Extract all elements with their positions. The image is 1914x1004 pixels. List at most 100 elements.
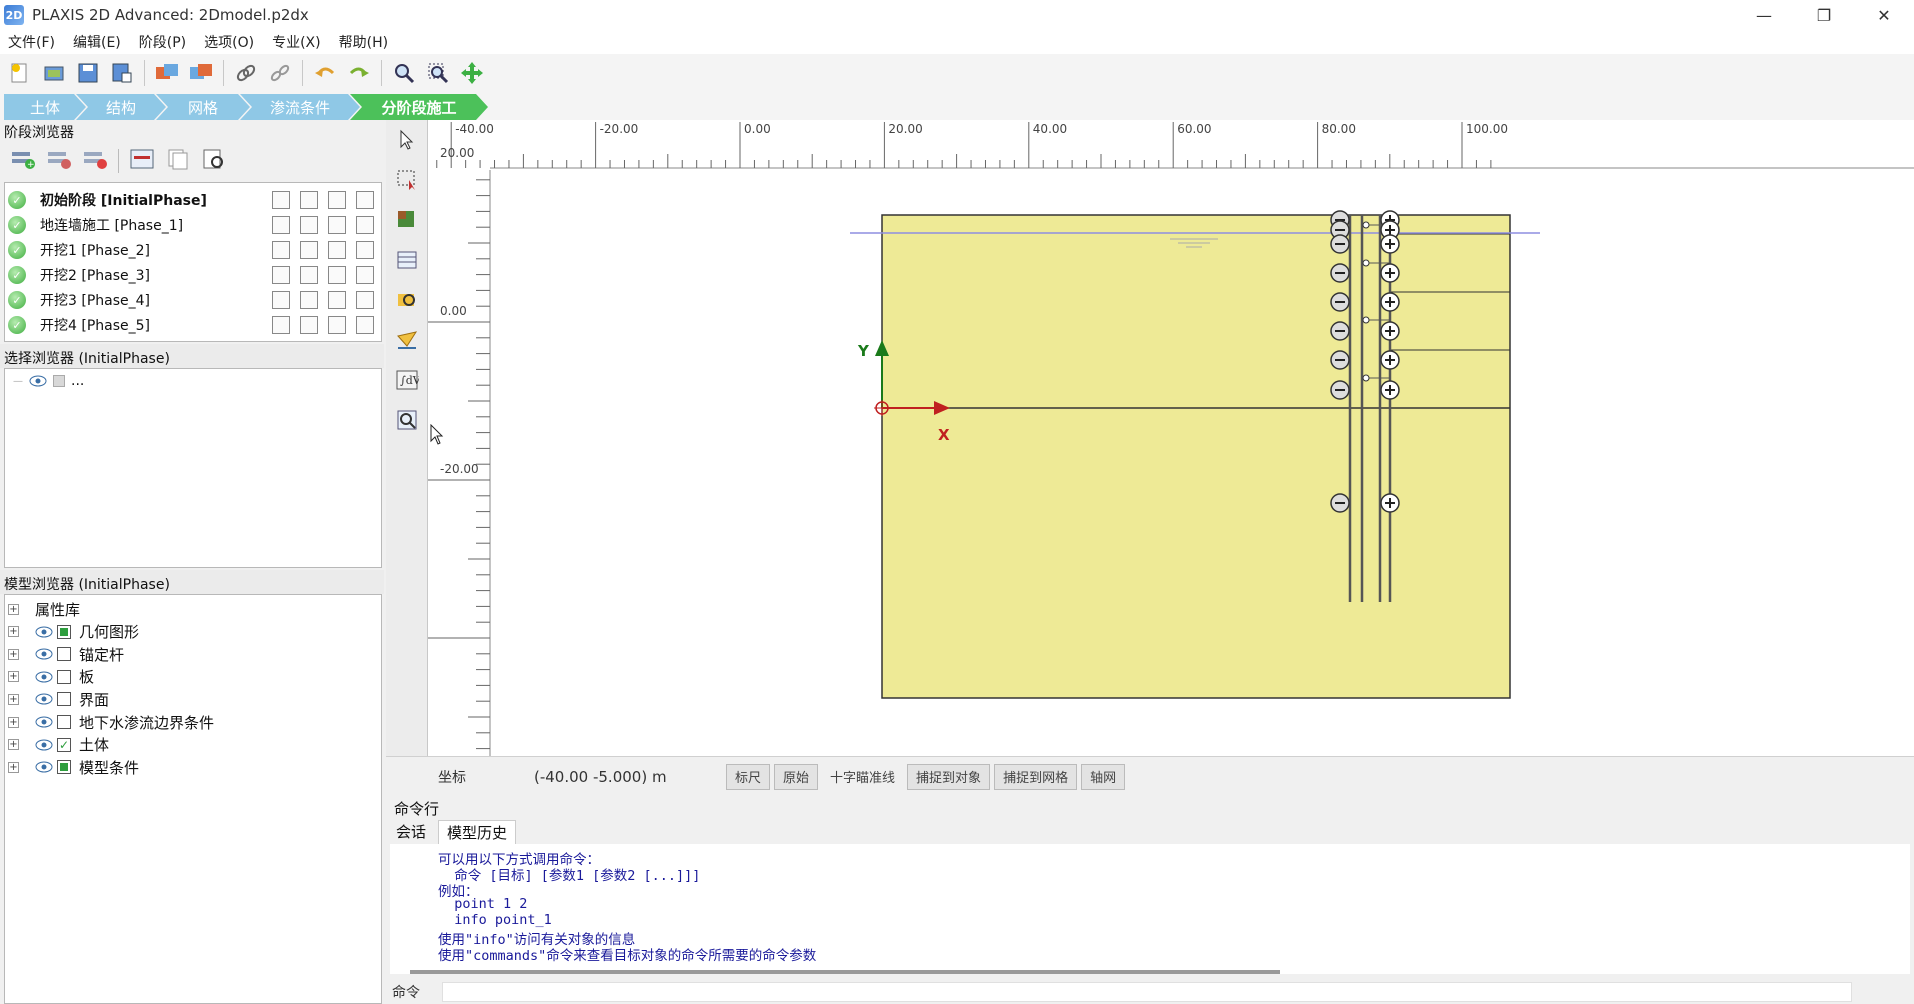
- calculation-type-icon[interactable]: [272, 216, 290, 234]
- edit-phases-icon[interactable]: [129, 148, 155, 174]
- eye-icon[interactable]: [29, 375, 47, 387]
- tree-checkbox[interactable]: [57, 692, 71, 707]
- phase-row[interactable]: ✓ 开挖3 [Phase_4]: [8, 288, 380, 312]
- model-tree-item[interactable]: + 板: [8, 666, 94, 688]
- expand-icon[interactable]: +: [8, 626, 19, 638]
- tree-checkbox[interactable]: [57, 737, 71, 752]
- loading-type-icon[interactable]: [300, 266, 318, 284]
- restore-button[interactable]: ❐: [1794, 0, 1854, 30]
- undo-icon[interactable]: [309, 57, 341, 89]
- phase-info-icon[interactable]: [356, 216, 374, 234]
- save-icon[interactable]: [72, 57, 104, 89]
- phase-info-icon[interactable]: [356, 266, 374, 284]
- save-as-icon[interactable]: [106, 57, 138, 89]
- phase-info-icon[interactable]: [356, 316, 374, 334]
- unlink-icon[interactable]: [264, 57, 296, 89]
- select-arrow-icon[interactable]: [390, 124, 424, 156]
- zoom-window-icon[interactable]: [422, 57, 454, 89]
- link-icon[interactable]: [230, 57, 262, 89]
- soil-cluster[interactable]: [881, 214, 1511, 699]
- model-tree-item[interactable]: + 土体: [8, 734, 109, 756]
- tab-structures[interactable]: 结构: [76, 94, 166, 120]
- insert-phase-icon[interactable]: [46, 148, 72, 174]
- table-icon[interactable]: [390, 244, 424, 276]
- phase-row[interactable]: ✓ 初始阶段 [InitialPhase]: [8, 188, 380, 212]
- pore-pressure-icon[interactable]: [328, 241, 346, 259]
- tab-model-history[interactable]: 模型历史: [438, 820, 517, 844]
- formula-icon[interactable]: ∫dV: [390, 364, 424, 396]
- status-toggle-button[interactable]: 捕捉到对象: [907, 763, 991, 790]
- status-toggle-button[interactable]: 轴网: [1081, 763, 1126, 790]
- phase-info-icon[interactable]: [356, 191, 374, 209]
- pore-pressure-icon[interactable]: [328, 316, 346, 334]
- loading-type-icon[interactable]: [300, 241, 318, 259]
- model-tree-item[interactable]: + 界面: [8, 688, 109, 710]
- model-tree-item[interactable]: + 锚定杆: [8, 643, 124, 665]
- calculation-type-icon[interactable]: [272, 191, 290, 209]
- tree-checkbox[interactable]: [57, 647, 71, 662]
- zoom-in-icon[interactable]: [390, 284, 424, 316]
- tab-mesh[interactable]: 网格: [156, 94, 250, 120]
- menu-file[interactable]: 文件(F): [8, 32, 55, 52]
- phase-info-icon[interactable]: [356, 291, 374, 309]
- pore-pressure-icon[interactable]: [328, 191, 346, 209]
- water-level-icon[interactable]: [390, 324, 424, 356]
- status-toggle-button[interactable]: 标尺: [726, 763, 771, 790]
- calculation-type-icon[interactable]: [272, 291, 290, 309]
- pore-pressure-icon[interactable]: [328, 291, 346, 309]
- tab-staged-construction[interactable]: 分阶段施工: [350, 94, 488, 120]
- expand-icon[interactable]: +: [8, 716, 19, 728]
- delete-phase-icon[interactable]: [82, 148, 108, 174]
- calculation-type-icon[interactable]: [272, 241, 290, 259]
- expand-icon[interactable]: +: [8, 693, 19, 705]
- loading-type-icon[interactable]: [300, 191, 318, 209]
- command-scrollbar[interactable]: [410, 970, 1280, 974]
- eye-icon[interactable]: [35, 671, 53, 683]
- calculation-type-icon[interactable]: [272, 316, 290, 334]
- expand-icon[interactable]: +: [8, 761, 19, 773]
- menu-expert[interactable]: 专业(X): [272, 32, 321, 52]
- tab-session[interactable]: 会话: [388, 820, 434, 844]
- expand-icon[interactable]: +: [8, 603, 19, 615]
- eye-icon[interactable]: [35, 716, 53, 728]
- selection-item[interactable]: ...: [71, 373, 84, 389]
- visibility-checkbox[interactable]: [53, 375, 65, 387]
- preview-phase-icon[interactable]: [201, 148, 227, 174]
- command-input[interactable]: [442, 982, 1852, 1002]
- model-tree-item[interactable]: + 属性库: [8, 598, 80, 620]
- new-file-icon[interactable]: [4, 57, 36, 89]
- tree-checkbox[interactable]: [57, 760, 71, 775]
- loading-type-icon[interactable]: [300, 291, 318, 309]
- tree-checkbox[interactable]: [57, 669, 71, 684]
- phase-info-icon[interactable]: [356, 241, 374, 259]
- model-tree-item[interactable]: + 模型条件: [8, 756, 139, 778]
- move-icon[interactable]: [456, 57, 488, 89]
- tab-flow-conditions[interactable]: 渗流条件: [240, 94, 360, 120]
- model-tree-item[interactable]: + 几何图形: [8, 621, 139, 643]
- loading-type-icon[interactable]: [300, 216, 318, 234]
- phase-row[interactable]: ✓ 地连墙施工 [Phase_1]: [8, 213, 380, 237]
- calculation-type-icon[interactable]: [272, 266, 290, 284]
- eye-icon[interactable]: [35, 739, 53, 751]
- phase-row[interactable]: ✓ 开挖2 [Phase_3]: [8, 263, 380, 287]
- open-file-icon[interactable]: [38, 57, 70, 89]
- select-rectangle-icon[interactable]: [390, 164, 424, 196]
- add-phase-icon[interactable]: +: [10, 148, 36, 174]
- redo-icon[interactable]: [343, 57, 375, 89]
- expand-icon[interactable]: +: [8, 671, 19, 683]
- loading-type-icon[interactable]: [300, 316, 318, 334]
- eye-icon[interactable]: [35, 693, 53, 705]
- import-icon[interactable]: [151, 57, 183, 89]
- close-button[interactable]: ✕: [1854, 0, 1914, 30]
- export-icon[interactable]: [185, 57, 217, 89]
- drawing-area[interactable]: Y X -40.00 -20.00 0.00 20.00 40.00 60.00 80.00…: [428, 120, 1914, 756]
- menu-help[interactable]: 帮助(H): [339, 32, 388, 52]
- zoom-icon[interactable]: [388, 57, 420, 89]
- phase-row[interactable]: ✓ 开挖4 [Phase_5]: [8, 313, 380, 337]
- status-toggle-button[interactable]: 十字瞄准线: [822, 764, 903, 790]
- status-toggle-button[interactable]: 捕捉到网格: [994, 763, 1078, 790]
- minimize-button[interactable]: —: [1734, 0, 1794, 30]
- menu-options[interactable]: 选项(O): [204, 32, 254, 52]
- copy-phase-icon[interactable]: [165, 148, 191, 174]
- eye-icon[interactable]: [35, 761, 53, 773]
